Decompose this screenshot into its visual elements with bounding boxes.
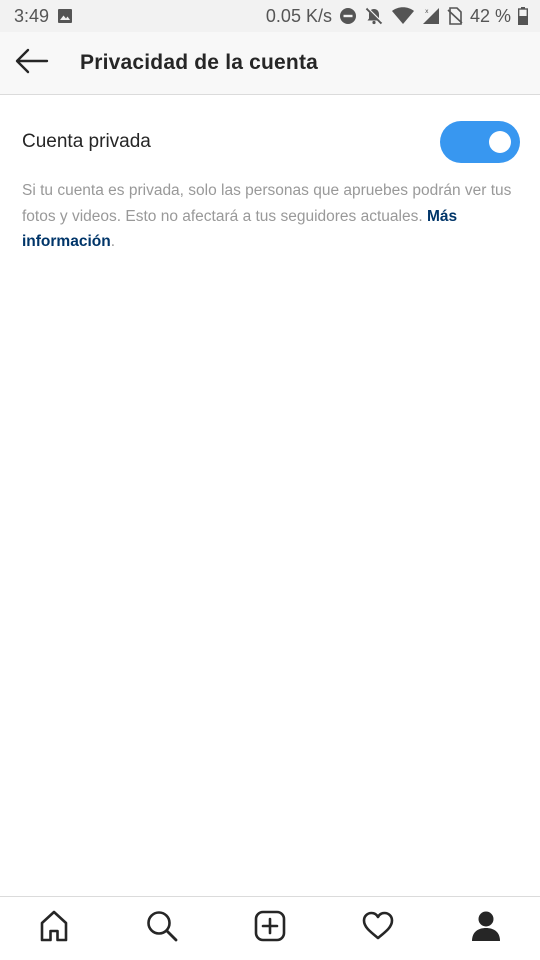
- back-button[interactable]: [0, 32, 64, 95]
- home-icon: [37, 909, 71, 948]
- status-right: 0.05 K/s x 42 %: [266, 6, 528, 27]
- privacy-description: Si tu cuenta es privada, solo las person…: [22, 178, 512, 255]
- private-account-row: Cuenta privada: [0, 112, 540, 172]
- private-account-toggle[interactable]: [440, 121, 520, 163]
- bottom-nav: [0, 896, 540, 960]
- status-time: 3:49: [14, 5, 50, 26]
- network-speed: 0.05 K/s: [265, 5, 332, 26]
- page-title: Privacidad de la cuenta: [80, 51, 319, 74]
- image-icon: [57, 8, 73, 24]
- no-sim-icon: [447, 7, 463, 25]
- svg-text:x: x: [425, 8, 429, 15]
- status-left: 3:49: [14, 6, 73, 27]
- arrow-left-icon: [15, 48, 49, 79]
- app-header: Privacidad de la cuenta: [0, 32, 540, 95]
- toggle-knob: [489, 131, 511, 153]
- battery-icon: [518, 7, 528, 25]
- new-post-icon: [253, 909, 287, 948]
- activity-heart-icon: [361, 909, 395, 948]
- wifi-icon: [391, 7, 415, 25]
- nav-search[interactable]: [108, 897, 216, 960]
- dnd-icon: [339, 7, 357, 25]
- nav-profile[interactable]: [432, 897, 540, 960]
- nav-home[interactable]: [0, 897, 108, 960]
- screen: 3:49 0.05 K/s x 42 % Privacidad de la cu…: [0, 0, 540, 960]
- mute-icon: [364, 6, 384, 26]
- profile-icon: [469, 909, 503, 948]
- nav-new-post[interactable]: [216, 897, 324, 960]
- private-account-label: Cuenta privada: [22, 131, 151, 152]
- nav-activity[interactable]: [324, 897, 432, 960]
- description-suffix: .: [110, 233, 116, 250]
- battery-level: 42 %: [469, 5, 511, 26]
- status-bar: 3:49 0.05 K/s x 42 %: [0, 0, 540, 32]
- signal-icon: x: [422, 7, 440, 25]
- search-icon: [145, 909, 179, 948]
